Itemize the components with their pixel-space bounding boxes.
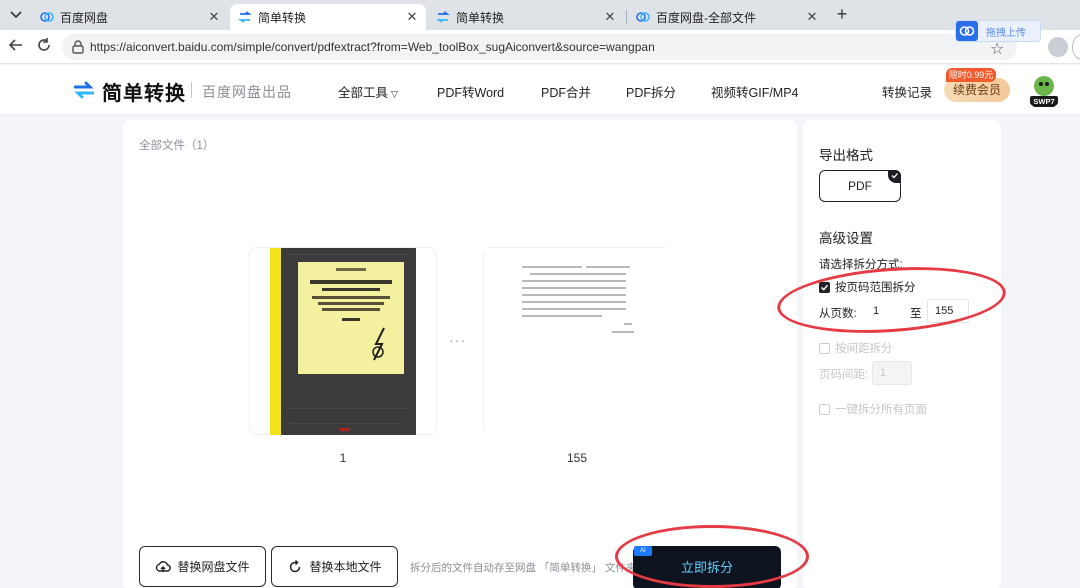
from-page-label: 从页数: <box>819 308 857 320</box>
url-text: https://aiconvert.baidu.com/simple/conve… <box>90 40 655 54</box>
tab-title: 百度网盘 <box>60 10 109 25</box>
close-icon[interactable]: ✕ <box>602 9 618 25</box>
collapsed-pages-ellipsis[interactable]: ··· <box>449 332 466 348</box>
netdisk-cloud-icon <box>956 21 978 41</box>
page-thumbnail-last[interactable] <box>483 247 672 436</box>
nav-pdf-merge[interactable]: PDF合并 <box>541 82 591 101</box>
close-icon[interactable]: ✕ <box>404 9 420 25</box>
nav-all-tools[interactable]: 全部工具 ▽ <box>338 82 398 101</box>
replace-netdisk-label: 替换网盘文件 <box>177 560 250 574</box>
selected-check-icon <box>888 170 901 183</box>
checkbox-empty-icon[interactable] <box>819 342 830 354</box>
save-location-hint: 拆分后的文件自动存至网盘 「简单转换」 文件夹 <box>410 562 637 574</box>
tab-separator <box>626 10 627 24</box>
browser-tab-strip: 百度网盘 ✕ 简单转换 ✕ 简单转换 ✕ 百度网盘-全部文件 ✕ + <box>0 0 1080 30</box>
ai-badge: AI <box>634 546 652 556</box>
netdisk-favicon-icon <box>636 12 650 22</box>
close-icon[interactable]: ✕ <box>804 9 820 25</box>
profile-avatar-icon[interactable] <box>1048 37 1068 57</box>
advanced-settings-title: 高级设置 <box>819 231 873 246</box>
nav-pdf-split[interactable]: PDF拆分 <box>626 82 676 101</box>
tab-simple-convert-active[interactable]: 简单转换 ✕ <box>230 4 426 30</box>
avatar-caption: SWP7 <box>1033 97 1055 106</box>
tab-netdisk-all-files[interactable]: 百度网盘-全部文件 ✕ <box>628 4 826 30</box>
page-number-first: 1 <box>339 451 347 465</box>
checkbox-checked-icon[interactable] <box>819 281 830 293</box>
from-page-input[interactable]: 1 <box>865 299 907 323</box>
tab-simple-convert[interactable]: 简单转换 ✕ <box>428 4 624 30</box>
limited-offer-badge: 限时0.99元 <box>946 68 996 82</box>
to-page-input[interactable]: 155 <box>927 299 969 323</box>
file-count-label: 全部文件（1） <box>139 140 215 152</box>
checkbox-empty-icon[interactable] <box>819 403 830 415</box>
to-page-label: 至 <box>910 308 922 320</box>
new-tab-plus-icon[interactable]: + <box>832 4 852 24</box>
interval-label: 页码间距: <box>819 369 869 381</box>
page-thumbnail-first[interactable] <box>249 247 437 435</box>
option-all-pages-label: 一键拆分所有页面 <box>835 404 927 416</box>
page-number-last: 155 <box>566 451 588 465</box>
cloud-upload-icon <box>156 560 172 572</box>
tab-list-chevron-icon[interactable] <box>6 5 26 25</box>
site-info-icon[interactable] <box>70 39 86 55</box>
tab-title: 简单转换 <box>258 10 307 25</box>
reload-icon[interactable] <box>34 37 54 57</box>
format-option-label: PDF <box>848 179 872 193</box>
back-arrow-icon[interactable] <box>6 37 26 57</box>
format-option-pdf[interactable]: PDF <box>819 170 901 202</box>
nav-all-tools-label: 全部工具 <box>338 86 389 100</box>
option-interval[interactable]: 按间距拆分 <box>819 340 893 356</box>
settings-panel: 导出格式 PDF 高级设置 请选择拆分方式: 按页码范围拆分 从页数: 1 至 … <box>803 120 1001 588</box>
replace-refresh-icon <box>290 559 301 572</box>
extension-label: 拖拽上传 <box>986 27 1026 39</box>
nav-video-to-gif[interactable]: 视频转GIF/MP4 <box>711 82 799 101</box>
tab-baidu-netdisk[interactable]: 百度网盘 ✕ <box>32 4 228 30</box>
logo-text[interactable]: 简单转换 <box>102 77 186 106</box>
chevron-down-icon: ▽ <box>391 89 398 99</box>
interval-input[interactable]: 1 <box>872 361 912 385</box>
option-all-pages[interactable]: 一键拆分所有页面 <box>819 401 927 417</box>
split-now-button[interactable]: 立即拆分 <box>633 546 781 588</box>
convert-favicon-icon <box>436 11 450 23</box>
tab-title: 简单转换 <box>456 10 505 25</box>
split-mode-label: 请选择拆分方式: <box>819 259 903 271</box>
site-header: 简单转换 百度网盘出品 全部工具 ▽ PDF转Word PDF合并 PDF拆分 视… <box>0 65 1080 115</box>
logo-subtitle: 百度网盘出品 <box>202 84 292 100</box>
bookmark-star-icon[interactable]: ☆ <box>990 39 1004 59</box>
option-interval-label: 按间距拆分 <box>835 343 893 355</box>
replace-local-label: 替换本地文件 <box>309 560 382 574</box>
netdisk-favicon-icon <box>40 12 54 22</box>
tab-title: 百度网盘-全部文件 <box>656 10 756 25</box>
nav-pdf-to-word[interactable]: PDF转Word <box>437 82 504 101</box>
book-cover-thumbnail <box>270 248 416 435</box>
simple-convert-logo-icon <box>74 81 94 99</box>
logo-divider <box>191 82 192 98</box>
user-avatar[interactable]: SWP7 <box>1026 74 1062 110</box>
conversion-history-link[interactable]: 转换记录 <box>882 82 932 101</box>
replace-local-file-button[interactable]: 替换本地文件 <box>271 546 398 587</box>
replace-netdisk-file-button[interactable]: 替换网盘文件 <box>139 546 266 587</box>
option-page-range[interactable]: 按页码范围拆分 <box>819 279 916 295</box>
convert-favicon-icon <box>238 11 252 23</box>
address-bar: https://aiconvert.baidu.com/simple/conve… <box>0 30 1080 64</box>
option-page-range-label: 按页码范围拆分 <box>835 282 916 294</box>
url-field[interactable]: https://aiconvert.baidu.com/simple/conve… <box>62 34 1017 60</box>
export-format-title: 导出格式 <box>819 148 873 163</box>
text-page-thumbnail <box>484 248 672 436</box>
file-preview-panel: 全部文件（1） ··· 1 155 替换网盘文件 替换本地文件 拆分后的文件自动… <box>123 120 797 588</box>
close-icon[interactable]: ✕ <box>206 9 222 25</box>
